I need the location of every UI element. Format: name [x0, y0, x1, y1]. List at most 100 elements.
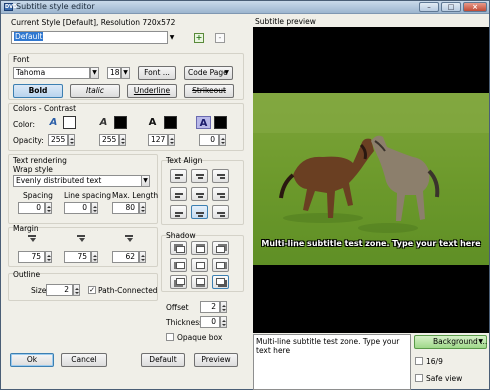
subtitle-test-textarea[interactable]: Multi-line subtitle test zone. Type your…	[253, 334, 411, 390]
primary-opacity-spinner[interactable]	[68, 134, 75, 146]
font-size-combo[interactable]: 18	[107, 67, 121, 79]
wrap-style-combo[interactable]: Evenly distributed text	[13, 175, 150, 187]
ratio-16-9-checkbox[interactable]	[415, 357, 423, 365]
max-length-input[interactable]: 80	[112, 202, 139, 214]
right-margin-spinner[interactable]	[91, 251, 98, 263]
outline-opacity-input[interactable]: 127	[148, 134, 168, 146]
cancel-button[interactable]: Cancel	[61, 353, 107, 367]
secondary-opacity-input[interactable]: 255	[99, 134, 119, 146]
code-page-button[interactable]: Code Page ▼	[184, 66, 233, 80]
shadow-right-button[interactable]	[212, 258, 229, 272]
left-margin-spinner[interactable]	[45, 251, 52, 263]
dvd-app-icon: DVD	[4, 3, 18, 11]
outline-size-input[interactable]: 2	[46, 284, 73, 296]
outline-size-spinner[interactable]	[73, 284, 80, 296]
vertical-margin-spinner[interactable]	[139, 251, 146, 263]
underline-toggle[interactable]: Underline	[127, 84, 177, 98]
align-middle-right-button[interactable]	[212, 187, 229, 201]
primary-text-color-icon: A	[49, 117, 58, 128]
shadow-top-right-button[interactable]	[212, 241, 229, 255]
shadow-bottom-right-button[interactable]	[212, 275, 229, 289]
safe-view-checkbox[interactable]	[415, 374, 423, 382]
secondary-opacity-spinner[interactable]	[119, 134, 126, 146]
secondary-color-swatch[interactable]	[114, 116, 127, 129]
vertical-margin-input[interactable]: 62	[112, 251, 139, 263]
default-button[interactable]: Default	[141, 353, 185, 367]
max-length-spinner[interactable]	[139, 202, 146, 214]
margin-label: Margin	[13, 224, 39, 233]
align-bottom-right-button[interactable]	[212, 205, 229, 219]
subtitle-style-editor-window: DVD Subtitle style editor – □ × Current …	[0, 0, 490, 390]
subtitle-preview-area: Multi-line subtitle test zone. Type your…	[253, 27, 489, 333]
align-bottom-center-button[interactable]	[191, 205, 208, 219]
shadow-opacity-input[interactable]: 0	[199, 134, 219, 146]
shadow-thickness-label: Thickness	[166, 318, 204, 327]
outline-color-swatch[interactable]	[164, 116, 177, 129]
align-middle-center-button[interactable]	[191, 187, 208, 201]
background-dropdown-icon: ▼	[478, 338, 483, 345]
left-margin-input[interactable]: 75	[18, 251, 45, 263]
shadow-bottom-left-button[interactable]	[170, 275, 187, 289]
shadow-thickness-spinner[interactable]	[220, 316, 227, 328]
ok-button[interactable]: Ok	[10, 353, 54, 367]
shadow-top-left-button[interactable]	[170, 241, 187, 255]
wrap-style-dropdown-arrow[interactable]: ▼	[141, 175, 150, 187]
preview-button[interactable]: Preview	[194, 353, 238, 367]
style-name-combo[interactable]: Default	[11, 31, 168, 44]
spacing-input[interactable]: 0	[18, 202, 45, 214]
line-spacing-label: Line spacing	[64, 191, 111, 200]
shadow-offset-spinner[interactable]	[220, 301, 227, 313]
shadow-color-swatch[interactable]	[214, 116, 227, 129]
font-dialog-button[interactable]: Font ...	[138, 66, 176, 80]
align-middle-left-button[interactable]	[170, 187, 187, 201]
spacing-spinner[interactable]	[45, 202, 52, 214]
style-name-value: Default	[14, 32, 44, 41]
align-top-right-button[interactable]	[212, 169, 229, 183]
shadow-top-button[interactable]	[191, 241, 208, 255]
shadow-bottom-button[interactable]	[191, 275, 208, 289]
close-button[interactable]: ×	[463, 2, 487, 12]
window-title: Subtitle style editor	[16, 2, 95, 11]
line-spacing-spinner[interactable]	[91, 202, 98, 214]
align-bottom-left-button[interactable]	[170, 205, 187, 219]
primary-color-swatch[interactable]	[63, 116, 76, 129]
code-page-dropdown-icon: ▼	[224, 69, 229, 76]
max-length-label: Max. Length	[112, 191, 159, 200]
delete-style-icon[interactable]: -	[215, 33, 225, 43]
shadow-thickness-input[interactable]: 0	[200, 316, 220, 328]
minimize-button[interactable]: –	[419, 2, 439, 12]
left-margin-icon	[26, 235, 38, 244]
italic-toggle[interactable]: Italic	[70, 84, 120, 98]
strikeout-toggle[interactable]: Strikeout	[184, 84, 234, 98]
font-size-dropdown-arrow[interactable]: ▼	[121, 67, 130, 79]
shadow-none-button[interactable]	[191, 258, 208, 272]
right-margin-icon	[75, 235, 87, 244]
bold-toggle[interactable]: Bold	[13, 84, 63, 98]
align-top-left-button[interactable]	[170, 169, 187, 183]
align-top-center-button[interactable]	[191, 169, 208, 183]
font-family-dropdown-arrow[interactable]: ▼	[90, 67, 99, 79]
outline-opacity-spinner[interactable]	[168, 134, 175, 146]
opaque-box-checkbox[interactable]	[166, 333, 174, 341]
font-family-combo[interactable]: Tahoma	[13, 67, 90, 79]
add-style-icon[interactable]: +	[194, 33, 204, 43]
outline-color-icon: A	[148, 117, 157, 128]
shadow-offset-input[interactable]: 2	[200, 301, 220, 313]
shadow-left-button[interactable]	[170, 258, 187, 272]
spacing-label: Spacing	[23, 191, 53, 200]
text-align-label: Text Align	[166, 156, 203, 165]
shadow-color-icon: A	[196, 116, 211, 129]
maximize-button[interactable]: □	[441, 2, 461, 12]
colors-section-label: Colors - Contrast	[13, 104, 77, 113]
title-bar[interactable]: DVD Subtitle style editor – □ ×	[1, 1, 489, 14]
style-dropdown-arrow[interactable]: ▼	[167, 31, 177, 44]
preview-subtitle-text: Multi-line subtitle test zone. Type your…	[261, 239, 481, 248]
background-button[interactable]: Background ... ▼	[414, 335, 487, 349]
ratio-16-9-label: 16/9	[426, 357, 443, 366]
shadow-opacity-spinner[interactable]	[219, 134, 226, 146]
path-connected-checkbox[interactable]: ✓	[88, 286, 96, 294]
line-spacing-input[interactable]: 0	[64, 202, 91, 214]
preview-image-horses: Multi-line subtitle test zone. Type your…	[253, 93, 489, 265]
right-margin-input[interactable]: 75	[64, 251, 91, 263]
primary-opacity-input[interactable]: 255	[48, 134, 68, 146]
